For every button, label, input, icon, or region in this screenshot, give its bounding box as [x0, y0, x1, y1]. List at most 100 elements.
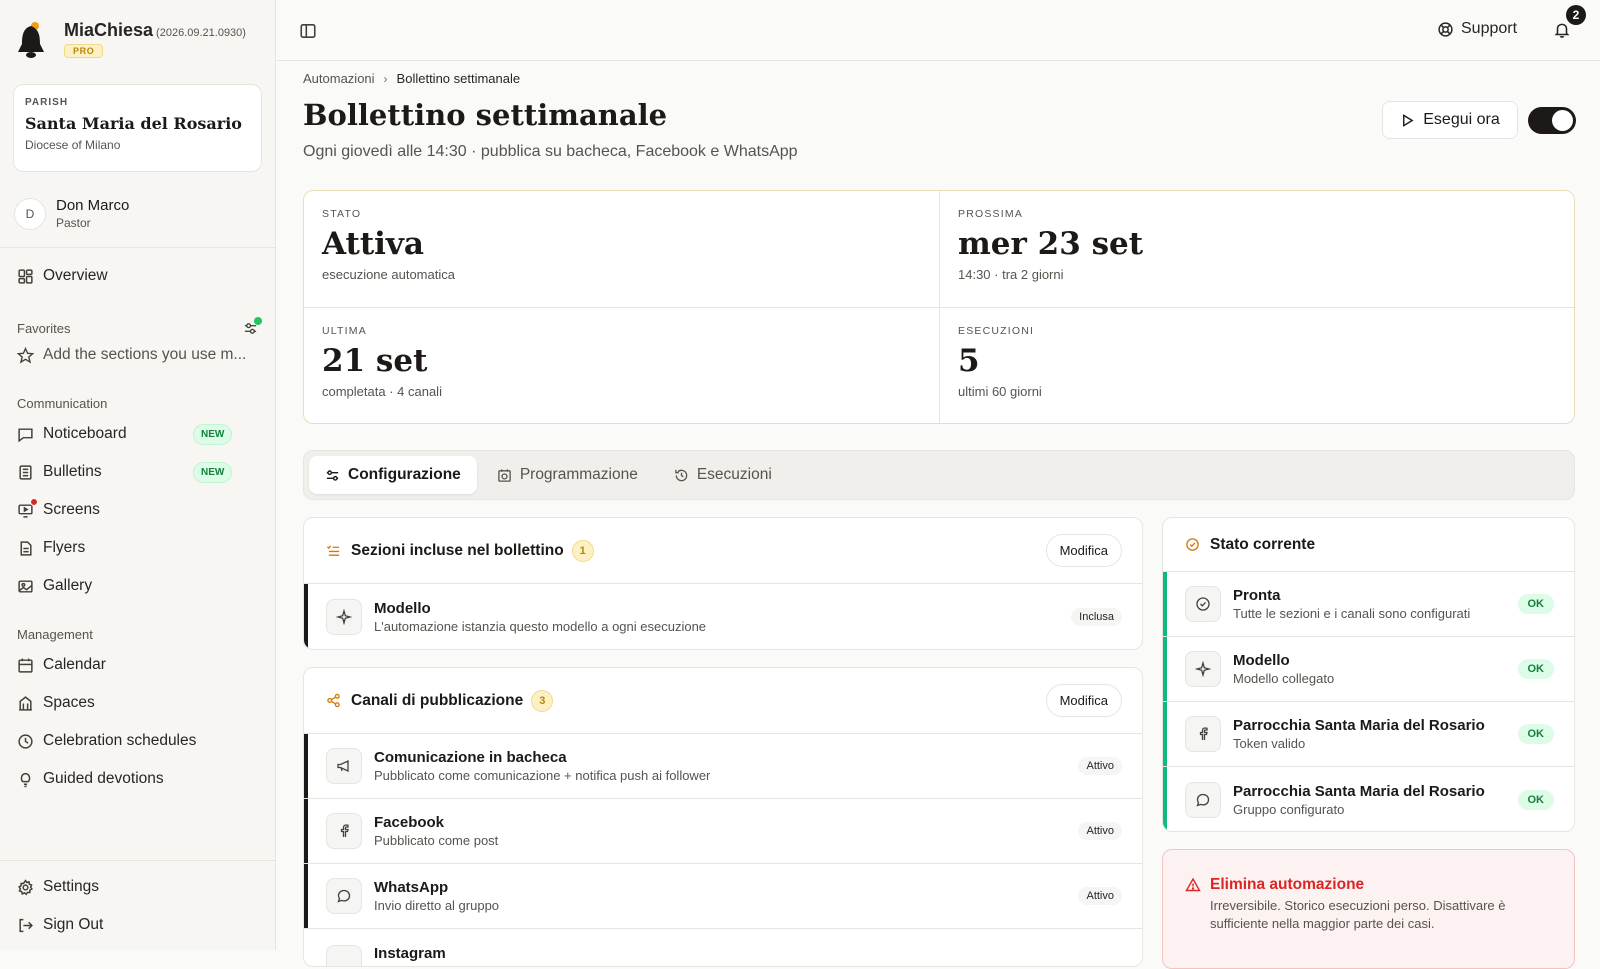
run-now-label: Esegui ora — [1423, 111, 1500, 128]
automation-enabled-toggle[interactable] — [1528, 107, 1576, 134]
notification-count-badge: 2 — [1566, 5, 1586, 25]
row-subtitle: Tutte le sezioni e i canali sono configu… — [1233, 606, 1471, 621]
count-badge: 3 — [531, 689, 554, 712]
breadcrumb-parent[interactable]: Automazioni — [303, 71, 375, 86]
parish-switcher[interactable]: PARISH Santa Maria del Rosario Diocese o… — [13, 84, 262, 172]
sidebar-item-noticeboard[interactable]: Noticeboard NEW — [0, 415, 275, 453]
app-version: (2026.09.21.0930) — [156, 27, 246, 39]
sidebar-item-label: Flyers — [43, 539, 86, 556]
row-accent — [304, 734, 308, 798]
delete-automation-title[interactable]: Elimina automazione — [1185, 876, 1554, 894]
breadcrumb: Automazioni › Bollettino settimanale — [303, 71, 520, 86]
newspaper-icon — [19, 464, 32, 480]
sidebar-item-settings[interactable]: Settings — [0, 868, 275, 906]
row-icon — [1185, 781, 1221, 818]
sidebar-item-screens[interactable]: Screens — [0, 491, 275, 529]
parish-name: Santa Maria del Rosario — [25, 114, 242, 133]
status-badge: Attivo — [1078, 757, 1122, 775]
favorites-settings-button[interactable] — [243, 317, 262, 336]
list-item[interactable]: Modello L'automazione istanzia questo mo… — [304, 584, 1142, 649]
row-icon — [1185, 651, 1221, 687]
calendar-icon — [18, 658, 33, 673]
count-badge: 1 — [571, 539, 594, 562]
delete-automation-panel: Elimina automazione Irreversibile. Stori… — [1162, 849, 1575, 969]
tab-esecuzioni[interactable]: Esecuzioni — [658, 456, 788, 494]
sidebar-item-guided-devotions[interactable]: Guided devotions — [0, 760, 275, 798]
star-icon — [17, 346, 34, 364]
stats-panel: STATO Attiva esecuzione automatica PROSS… — [303, 190, 1575, 424]
row-accent — [304, 799, 308, 863]
lifebuoy-icon — [1438, 21, 1453, 37]
list-item[interactable]: Instagram — [304, 929, 1142, 966]
row-subtitle: L'automazione istanzia questo modello a … — [374, 618, 707, 634]
row-title: Instagram — [374, 945, 446, 962]
card-header: Sezioni incluse nel bollettino 1 Modific… — [304, 518, 1142, 584]
ok-badge: OK — [1517, 724, 1554, 744]
user-role: Pastor — [56, 216, 91, 230]
sign-out-button[interactable]: Sign Out — [0, 906, 275, 944]
sidebar-item-label: Celebration schedules — [43, 732, 197, 749]
warning-triangle-icon — [1185, 877, 1201, 892]
row-icon — [326, 598, 362, 635]
card-title: Sezioni incluse nel bollettino — [351, 541, 564, 559]
building-icon — [19, 695, 32, 711]
run-now-button[interactable]: Esegui ora — [1382, 101, 1518, 139]
favorites-hint[interactable]: Add the sections you use m... — [0, 336, 275, 374]
status-badge: Attivo — [1078, 887, 1122, 905]
play-icon — [1403, 113, 1414, 127]
sidebar-item-celebration-schedules[interactable]: Celebration schedules — [0, 722, 275, 760]
notifications-bell-icon[interactable] — [1553, 21, 1571, 39]
row-title: Comunicazione in bacheca — [374, 749, 567, 766]
sidebar-item-flyers[interactable]: Flyers — [0, 529, 275, 567]
stat-value: Attiva — [322, 226, 425, 262]
card-header: Canali di pubblicazione 3 Modifica — [304, 668, 1142, 734]
new-badge: NEW — [193, 423, 233, 445]
row-subtitle: Invio diretto al gruppo — [374, 898, 500, 913]
user-name: Don Marco — [56, 197, 130, 214]
edit-sections-button[interactable]: Modifica — [1045, 534, 1122, 567]
clock-icon — [18, 733, 33, 749]
sidebar-item-spaces[interactable]: Spaces — [0, 684, 275, 722]
sidebar-item-gallery[interactable]: Gallery — [0, 567, 275, 605]
brand[interactable]: MiaChiesa (2026.09.21.0930) PRO — [0, 0, 275, 80]
parish-kicker: PARISH — [25, 97, 69, 108]
stat-value: 21 set — [322, 343, 428, 379]
gear-icon — [18, 878, 33, 895]
sidebar-toggle-icon[interactable] — [299, 22, 317, 40]
management-header: Management — [17, 627, 93, 642]
row-title: Parrocchia Santa Maria del Rosario — [1233, 782, 1485, 800]
plan-badge: PRO — [64, 44, 104, 58]
stat-value: 5 — [958, 343, 980, 379]
topbar — [277, 0, 1600, 61]
list-item[interactable]: Facebook Pubblicato come post Attivo — [304, 799, 1142, 864]
edit-channels-button[interactable]: Modifica — [1045, 684, 1122, 717]
stat-key: PROSSIMA — [958, 208, 1024, 220]
sidebar-item-label: Calendar — [43, 656, 106, 673]
sidebar-item-overview[interactable]: Overview — [0, 257, 275, 295]
sidebar-item-label: Screens — [43, 501, 100, 518]
list-item[interactable]: WhatsApp Invio diretto al gruppo Attivo — [304, 864, 1142, 929]
row-icon — [326, 748, 362, 784]
sidebar-item-label: Bulletins — [43, 463, 102, 480]
favorites-header: Favorites — [0, 317, 275, 336]
tab-programmazione[interactable]: Programmazione — [481, 456, 654, 494]
row-accent — [1163, 637, 1167, 701]
check-circle-icon — [1186, 538, 1199, 551]
facebook-icon — [1199, 727, 1208, 740]
list-item: Parrocchia Santa Maria del Rosario Grupp… — [1163, 767, 1574, 831]
sidebar-item-bulletins[interactable]: Bulletins NEW — [0, 453, 275, 491]
megaphone-icon — [337, 759, 349, 773]
row-subtitle: Pubblicato come post — [374, 833, 499, 848]
list-item[interactable]: Comunicazione in bacheca Pubblicato come… — [304, 734, 1142, 799]
row-accent — [1163, 702, 1167, 766]
history-icon — [675, 469, 688, 481]
avatar: D — [14, 197, 46, 230]
sidebar-item-label: Noticeboard — [43, 425, 127, 442]
row-subtitle: Gruppo configurato — [1233, 801, 1345, 817]
tab-configurazione[interactable]: Configurazione — [309, 456, 477, 494]
row-icon — [326, 813, 362, 849]
support-button[interactable]: Support — [1437, 20, 1517, 38]
sidebar-item-calendar[interactable]: Calendar — [0, 646, 275, 684]
user-menu[interactable]: D Don Marco Pastor — [0, 172, 275, 248]
share-icon — [327, 693, 340, 708]
